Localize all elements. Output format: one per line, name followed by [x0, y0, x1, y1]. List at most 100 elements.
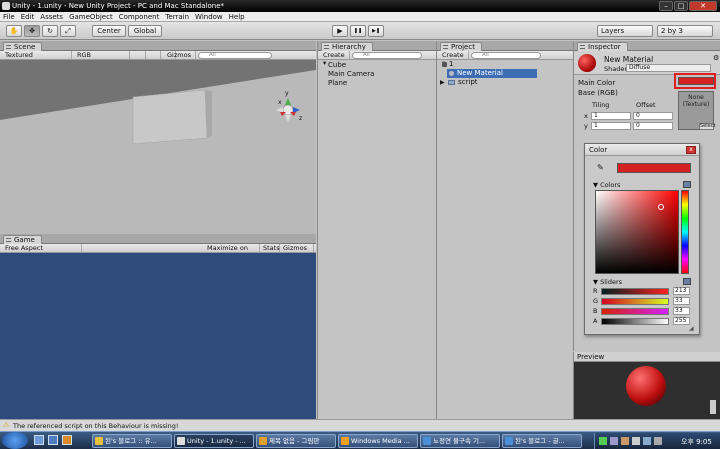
- tab-hierarchy[interactable]: Hierarchy: [321, 42, 373, 51]
- project-item-scene[interactable]: 1: [442, 60, 453, 69]
- close-button[interactable]: ✕: [689, 1, 717, 11]
- texture-select-button[interactable]: Select: [699, 123, 715, 130]
- colors-section-header[interactable]: ▼ Colors: [593, 181, 620, 189]
- step-button[interactable]: ▶❚: [368, 25, 384, 37]
- slider-g-track[interactable]: [601, 298, 669, 305]
- scene-cube[interactable]: [132, 89, 208, 145]
- move-tool-button[interactable]: ✥: [24, 25, 40, 37]
- tray-icon[interactable]: [621, 437, 629, 445]
- hierarchy-search-input[interactable]: All: [352, 52, 422, 59]
- color-picker-close-button[interactable]: x: [686, 146, 696, 154]
- slider-row-r: R 213: [593, 287, 693, 296]
- project-item-script-folder[interactable]: ▶ script: [440, 78, 478, 87]
- sliders-section-header[interactable]: ▼ Sliders: [593, 278, 622, 286]
- menu-window[interactable]: Window: [192, 12, 226, 22]
- hand-tool-button[interactable]: ✋: [6, 25, 22, 37]
- maximize-button[interactable]: □: [674, 1, 688, 11]
- start-button[interactable]: [2, 432, 28, 449]
- slider-g-value[interactable]: 33: [673, 297, 690, 305]
- eyedropper-icon[interactable]: ✎: [597, 163, 604, 172]
- color-mode-dropdown[interactable]: RGB: [74, 51, 130, 59]
- menu-help[interactable]: Help: [226, 12, 248, 22]
- tab-project[interactable]: Project: [440, 42, 482, 51]
- slider-r-value[interactable]: 213: [673, 287, 690, 295]
- tab-inspector[interactable]: Inspector: [577, 42, 628, 51]
- tray-icon[interactable]: [643, 437, 651, 445]
- taskbar-task-unity[interactable]: Unity - 1.unity - ...: [174, 434, 254, 448]
- hierarchy-item-main-camera[interactable]: Main Camera: [328, 70, 374, 79]
- taskbar-task-paint[interactable]: 제목 없음 - 그림판: [256, 434, 336, 448]
- sliders-mode-icon[interactable]: [683, 278, 691, 285]
- tab-game[interactable]: Game: [3, 235, 42, 244]
- scene-viewport[interactable]: y x z: [0, 60, 316, 234]
- menu-terrain[interactable]: Terrain: [162, 12, 192, 22]
- taskbar-task-media[interactable]: Windows Media ...: [338, 434, 418, 448]
- texture-slot[interactable]: None (Texture) Select: [678, 91, 715, 130]
- resize-grip-icon[interactable]: ◢: [689, 325, 694, 332]
- pivot-center-button[interactable]: Center: [92, 25, 126, 37]
- game-gizmos-toggle[interactable]: Gizmos ▾: [280, 244, 314, 260]
- slider-r-track[interactable]: [601, 288, 669, 295]
- hierarchy-create-dropdown[interactable]: Create ▾: [320, 51, 350, 67]
- hierarchy-item-plane[interactable]: Plane: [328, 79, 374, 88]
- pivot-global-button[interactable]: Global: [128, 25, 162, 37]
- layout-dropdown[interactable]: 2 by 3: [657, 25, 713, 37]
- tiling-y-field[interactable]: 1: [591, 122, 631, 130]
- tab-scene[interactable]: Scene: [3, 42, 43, 51]
- quicklaunch-explorer-icon[interactable]: [34, 435, 44, 445]
- color-picker-titlebar[interactable]: Color x: [585, 144, 699, 156]
- project-panel: Project Create ▾ All 1 New Material ▶ sc…: [436, 41, 573, 419]
- slider-b-value[interactable]: 33: [673, 307, 690, 315]
- project-item-new-material[interactable]: New Material: [447, 69, 537, 78]
- clock[interactable]: 오후 9:05: [681, 437, 712, 447]
- colors-mode-icon[interactable]: [683, 181, 691, 188]
- taskbar-task-blog[interactable]: 된's 블로그 :: 유...: [92, 434, 172, 448]
- aspect-dropdown[interactable]: Free Aspect: [2, 244, 82, 252]
- pause-button[interactable]: ❚❚: [350, 25, 366, 37]
- status-message[interactable]: The referenced script on this Behaviour …: [13, 422, 179, 430]
- settings-gear-icon[interactable]: ⚙: [713, 54, 719, 62]
- menu-file[interactable]: File: [0, 12, 18, 22]
- menu-assets[interactable]: Assets: [37, 12, 66, 22]
- project-create-dropdown[interactable]: Create ▾: [439, 51, 469, 67]
- menu-gameobject[interactable]: GameObject: [66, 12, 116, 22]
- taskbar-task-blog-write[interactable]: 된's 블로그 - 글...: [502, 434, 582, 448]
- color-field-cursor[interactable]: [658, 204, 664, 210]
- volume-tray-icon[interactable]: [632, 437, 640, 445]
- slider-b-track[interactable]: [601, 308, 669, 315]
- quicklaunch-ie-icon[interactable]: [48, 435, 58, 445]
- scene-image-toggle[interactable]: [147, 51, 161, 59]
- preview-scrollbar[interactable]: [710, 400, 716, 414]
- game-viewport[interactable]: [0, 253, 316, 419]
- tray-icon[interactable]: [654, 437, 662, 445]
- network-tray-icon[interactable]: [599, 437, 607, 445]
- slider-a-track[interactable]: [601, 318, 669, 325]
- scene-lighting-toggle[interactable]: [132, 51, 146, 59]
- quicklaunch-media-icon[interactable]: [62, 435, 72, 445]
- project-search-input[interactable]: All: [471, 52, 541, 59]
- play-button[interactable]: ▶: [332, 25, 348, 37]
- scale-tool-button[interactable]: ⤢: [60, 25, 76, 37]
- color-saturation-value-field[interactable]: [595, 190, 679, 274]
- render-mode-dropdown[interactable]: Textured: [2, 51, 72, 59]
- offset-y-field[interactable]: 0: [633, 122, 673, 130]
- rotate-tool-button[interactable]: ↻: [42, 25, 58, 37]
- preview-sphere[interactable]: [626, 366, 666, 406]
- menu-edit[interactable]: Edit: [18, 12, 38, 22]
- tiling-x-field[interactable]: 1: [591, 112, 631, 120]
- stats-toggle[interactable]: Stats: [260, 244, 280, 252]
- scene-search-input[interactable]: All: [198, 52, 272, 59]
- layers-dropdown[interactable]: Layers: [597, 25, 653, 37]
- slider-a-value[interactable]: 255: [673, 317, 690, 325]
- hierarchy-item-cube[interactable]: Cube: [328, 61, 374, 70]
- maximize-on-play-toggle[interactable]: Maximize on Play: [204, 244, 260, 260]
- scene-gizmos-dropdown[interactable]: Gizmos ▾: [164, 51, 196, 67]
- taskbar-task-news[interactable]: 뇨정연 불구속 기...: [420, 434, 500, 448]
- hue-slider[interactable]: [681, 190, 689, 274]
- menu-component[interactable]: Component: [116, 12, 163, 22]
- minimize-button[interactable]: –: [659, 1, 673, 11]
- tray-icon[interactable]: [610, 437, 618, 445]
- offset-x-field[interactable]: 0: [633, 112, 673, 120]
- shader-dropdown[interactable]: Diffuse: [626, 64, 711, 72]
- expand-arrow-icon[interactable]: ▶: [440, 78, 445, 87]
